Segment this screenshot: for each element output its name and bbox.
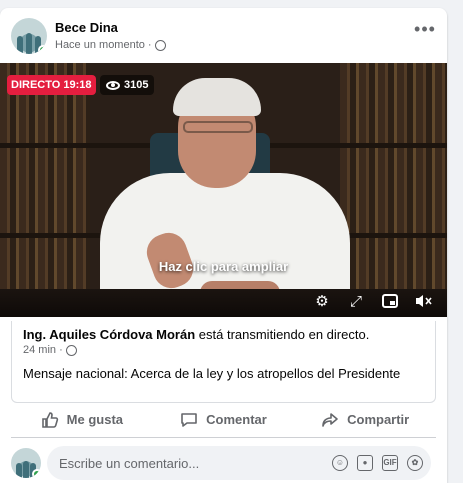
- mini-player-icon[interactable]: [381, 293, 399, 311]
- share-label: Compartir: [347, 412, 410, 427]
- avatar-figure: [26, 33, 32, 54]
- shared-page-name[interactable]: Ing. Aquiles Córdova Morán: [23, 327, 195, 342]
- live-badge: DIRECTO 19:18: [7, 75, 96, 95]
- author-avatar[interactable]: [11, 18, 47, 54]
- video-background: [340, 63, 447, 317]
- user-avatar[interactable]: [11, 448, 41, 478]
- video-controls: ⚙ ⤢: [313, 287, 447, 317]
- share-icon: [322, 412, 338, 427]
- post-header: Bece Dina Hace un momento · •••: [11, 18, 436, 58]
- composer-icons: ☺ ● GIF ✿: [332, 455, 423, 471]
- globe-icon: [65, 344, 77, 356]
- shared-meta: 24 min ·: [23, 344, 427, 356]
- like-button[interactable]: Me gusta: [11, 402, 153, 437]
- settings-icon[interactable]: ⚙: [313, 293, 331, 311]
- camera-icon[interactable]: ●: [357, 455, 373, 471]
- author-name[interactable]: Bece Dina: [55, 20, 118, 35]
- comment-input[interactable]: Escribe un comentario... ☺ ● GIF ✿: [47, 446, 431, 480]
- video-background: [0, 63, 90, 317]
- comment-placeholder: Escribe un comentario...: [59, 455, 200, 471]
- shared-action-text: está transmitiendo en directo.: [195, 327, 370, 342]
- viewer-count-badge: 3105: [100, 75, 155, 95]
- online-status-dot: [32, 469, 41, 478]
- emoji-icon[interactable]: ☺: [332, 455, 348, 471]
- shared-live-info: Ing. Aquiles Córdova Morán está transmit…: [11, 321, 436, 403]
- sticker-icon[interactable]: ✿: [407, 455, 423, 471]
- online-status-dot: [38, 45, 47, 54]
- zoom-hint: Haz clic para ampliar: [158, 259, 289, 274]
- shared-description: Mensaje nacional: Acerca de la ley y los…: [23, 366, 401, 381]
- globe-icon: [154, 39, 166, 51]
- speaker-figure: [183, 121, 253, 133]
- live-video-player[interactable]: DIRECTO 19:18 3105 Haz clic para ampliar…: [0, 63, 447, 317]
- viewer-count: 3105: [124, 79, 149, 91]
- gif-icon[interactable]: GIF: [382, 455, 398, 471]
- post-actions: Me gusta Comentar Compartir: [11, 402, 436, 438]
- avatar-figure: [23, 461, 29, 478]
- avatar-figure: [17, 36, 23, 54]
- comment-button[interactable]: Comentar: [153, 402, 295, 437]
- post-meta: Hace un momento ·: [55, 39, 166, 51]
- ellipsis-icon[interactable]: •••: [414, 20, 436, 38]
- comment-composer: Escribe un comentario... ☺ ● GIF ✿: [11, 446, 436, 480]
- thumbs-up-icon: [41, 411, 58, 428]
- post-card: Bece Dina Hace un momento · ••• DIRECTO …: [0, 8, 447, 483]
- share-button[interactable]: Compartir: [294, 402, 436, 437]
- expand-icon[interactable]: ⤢: [347, 293, 365, 311]
- shared-headline: Ing. Aquiles Córdova Morán está transmit…: [23, 326, 427, 343]
- eye-icon: [106, 80, 120, 90]
- comment-label: Comentar: [206, 412, 267, 427]
- avatar-figure: [16, 463, 22, 478]
- post-timestamp[interactable]: Hace un momento ·: [55, 39, 152, 51]
- mute-icon[interactable]: [415, 293, 433, 311]
- comment-icon: [181, 412, 197, 427]
- shared-time[interactable]: 24 min ·: [23, 344, 63, 356]
- speaker-figure: [173, 78, 261, 116]
- like-label: Me gusta: [66, 412, 123, 427]
